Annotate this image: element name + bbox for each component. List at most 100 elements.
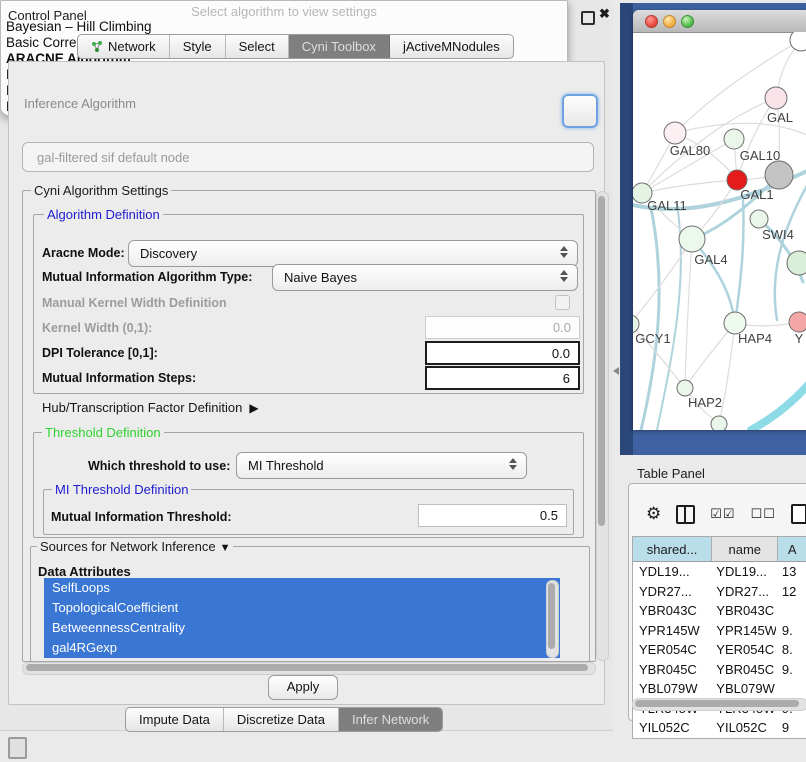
data-attribute-item[interactable]: gal4RGexp bbox=[44, 638, 560, 658]
inference-algorithm-label: Inference Algorithm bbox=[24, 96, 136, 111]
network-canvas[interactable]: GALGAL80GAL10GAL1GAL11SWI4GAL4GCY1HAP4YH… bbox=[633, 32, 806, 430]
which-threshold-combobox[interactable]: MI Threshold bbox=[236, 452, 527, 479]
deselect-all-checkboxes-icon[interactable]: ☐☐ bbox=[751, 506, 776, 522]
node-gal4[interactable] bbox=[679, 226, 705, 252]
node-pink-right[interactable] bbox=[789, 312, 806, 332]
node-gal10[interactable] bbox=[724, 129, 744, 149]
tab-jactivemnodules[interactable]: jActiveMNodules bbox=[390, 35, 513, 58]
network-edge[interactable] bbox=[657, 204, 681, 430]
tab-cyni-toolbox[interactable]: Cyni Toolbox bbox=[289, 35, 390, 58]
data-attribute-item[interactable]: BetweennessCentrality bbox=[44, 618, 560, 638]
table-horizontal-scrollbar[interactable] bbox=[632, 698, 806, 711]
float-window-icon[interactable] bbox=[581, 11, 595, 25]
close-icon[interactable]: ✖ bbox=[599, 6, 610, 22]
node-bottom[interactable] bbox=[711, 416, 727, 430]
aracne-mode-combobox[interactable]: Discovery bbox=[128, 240, 578, 267]
table-row[interactable]: YDR27...YDR27...12 bbox=[633, 582, 806, 602]
close-traffic-light-icon[interactable] bbox=[645, 15, 658, 28]
mi-steps-input[interactable]: 6 bbox=[425, 366, 580, 390]
node-gal80[interactable] bbox=[664, 122, 686, 144]
table-row[interactable]: YPR145WYPR145W9. bbox=[633, 621, 806, 641]
table-cell: YIL052C bbox=[633, 718, 710, 738]
network-edge[interactable] bbox=[751, 384, 806, 430]
tab-impute-data[interactable]: Impute Data bbox=[126, 708, 224, 731]
column-header[interactable]: shared... bbox=[633, 537, 712, 561]
attribute-list-scrollbar[interactable] bbox=[546, 580, 559, 658]
settings-vertical-scrollbar[interactable] bbox=[596, 191, 609, 661]
cyni-settings-title: Cyni Algorithm Settings bbox=[31, 183, 171, 198]
table-cell: 12 bbox=[776, 582, 806, 602]
settings-horizontal-scrollbar[interactable] bbox=[22, 662, 596, 675]
tab-infer-network[interactable]: Infer Network bbox=[339, 708, 442, 731]
algorithm-definition-title: Algorithm Definition bbox=[44, 207, 163, 222]
table-row[interactable]: YER054CYER054C8. bbox=[633, 640, 806, 660]
sources-title-row[interactable]: Sources for Network Inference▼ bbox=[37, 539, 233, 554]
network-edge[interactable] bbox=[641, 208, 659, 430]
node-pink-right-label: Y bbox=[795, 331, 804, 346]
mi-threshold-input[interactable]: 0.5 bbox=[418, 504, 567, 527]
tab-label: jActiveMNodules bbox=[403, 39, 500, 54]
split-columns-icon[interactable] bbox=[676, 505, 695, 524]
table-row[interactable]: YIL052CYIL052C9 bbox=[633, 718, 806, 738]
minimize-traffic-light-icon[interactable] bbox=[663, 15, 676, 28]
node-gal4-label: GAL4 bbox=[694, 252, 727, 267]
data-attribute-item[interactable]: SelfLoops bbox=[44, 578, 560, 598]
node-swi4[interactable] bbox=[750, 210, 768, 228]
top-tab-bar: NetworkStyleSelectCyni Toolbox jActiveMNo… bbox=[77, 34, 514, 59]
tab-network[interactable]: Network bbox=[78, 35, 170, 58]
data-attribute-item[interactable]: TopologicalCoefficient bbox=[44, 598, 560, 618]
node-gray[interactable] bbox=[765, 161, 793, 189]
node-topright[interactable] bbox=[790, 32, 806, 51]
kernel-width-input[interactable]: 0.0 bbox=[425, 316, 580, 339]
network-edge[interactable] bbox=[642, 180, 737, 193]
tab-select[interactable]: Select bbox=[226, 35, 289, 58]
table-header-row: shared...nameA bbox=[633, 537, 806, 562]
bottom-tab-bar: Impute Data Discretize DataInfer Network bbox=[125, 707, 443, 732]
node-gal1-label: GAL1 bbox=[740, 187, 773, 202]
mi-type-combobox[interactable]: Naive Bayes bbox=[272, 264, 578, 291]
node-swi4-label: SWI4 bbox=[762, 227, 794, 242]
select-all-checkboxes-icon[interactable]: ☑☑ bbox=[710, 506, 735, 522]
node-gal-top[interactable] bbox=[765, 87, 787, 109]
column-header[interactable]: name bbox=[712, 537, 778, 561]
inference-algorithm-focused-button[interactable] bbox=[562, 94, 598, 128]
table-cell: 9. bbox=[776, 621, 806, 641]
manual-kernel-checkbox[interactable] bbox=[555, 295, 570, 310]
combo-stepper-icon bbox=[559, 270, 568, 282]
tab-label: Impute Data bbox=[139, 712, 210, 727]
data-attributes-label: Data Attributes bbox=[38, 564, 131, 579]
node-hap2[interactable] bbox=[677, 380, 693, 396]
hub-definition-expander[interactable]: Hub/Transcription Factor Definition▶ bbox=[42, 400, 259, 415]
table-cell: YDR27... bbox=[633, 582, 710, 602]
table-cell bbox=[776, 601, 806, 621]
table-cell: 9 bbox=[776, 718, 806, 738]
desktop-shadow-strip bbox=[620, 3, 633, 455]
table-cell: YBR043C bbox=[710, 601, 776, 621]
collapsed-panel-icon[interactable] bbox=[8, 737, 27, 759]
tab-style[interactable]: Style bbox=[170, 35, 226, 58]
table-row[interactable]: YDL19...YDL19...13 bbox=[633, 562, 806, 582]
data-attributes-list[interactable]: SelfLoopsTopologicalCoefficientBetweenne… bbox=[44, 578, 560, 658]
network-window-titlebar[interactable] bbox=[633, 10, 806, 33]
dpi-tolerance-label: DPI Tolerance [0,1]: bbox=[42, 346, 158, 360]
network-edge[interactable] bbox=[685, 239, 692, 388]
table-cell: YDL19... bbox=[710, 562, 776, 582]
network-edge[interactable] bbox=[735, 200, 744, 323]
mi-type-value: Naive Bayes bbox=[284, 270, 357, 285]
zoom-traffic-light-icon[interactable] bbox=[681, 15, 694, 28]
table-row[interactable]: YBR045CYBR045C9. bbox=[633, 660, 806, 680]
table-row[interactable]: YBL079WYBL079W bbox=[633, 679, 806, 699]
dpi-tolerance-input[interactable]: 0.0 bbox=[425, 341, 580, 365]
splitter-collapse-icon[interactable] bbox=[613, 367, 619, 375]
node-bottomright[interactable] bbox=[787, 251, 806, 275]
gear-icon[interactable]: ⚙ bbox=[646, 504, 661, 524]
document-icon[interactable] bbox=[791, 504, 806, 524]
table-cell: YBL079W bbox=[710, 679, 776, 699]
table-source-combobox[interactable]: gal-filtered sif default node bbox=[22, 142, 594, 172]
tab-discretize-data[interactable]: Discretize Data bbox=[224, 708, 339, 731]
apply-button[interactable]: Apply bbox=[268, 675, 338, 700]
network-edge[interactable] bbox=[633, 239, 692, 324]
column-header[interactable]: A bbox=[778, 537, 806, 561]
table-row[interactable]: YBR043CYBR043C bbox=[633, 601, 806, 621]
table-cell: YPR145W bbox=[633, 621, 710, 641]
